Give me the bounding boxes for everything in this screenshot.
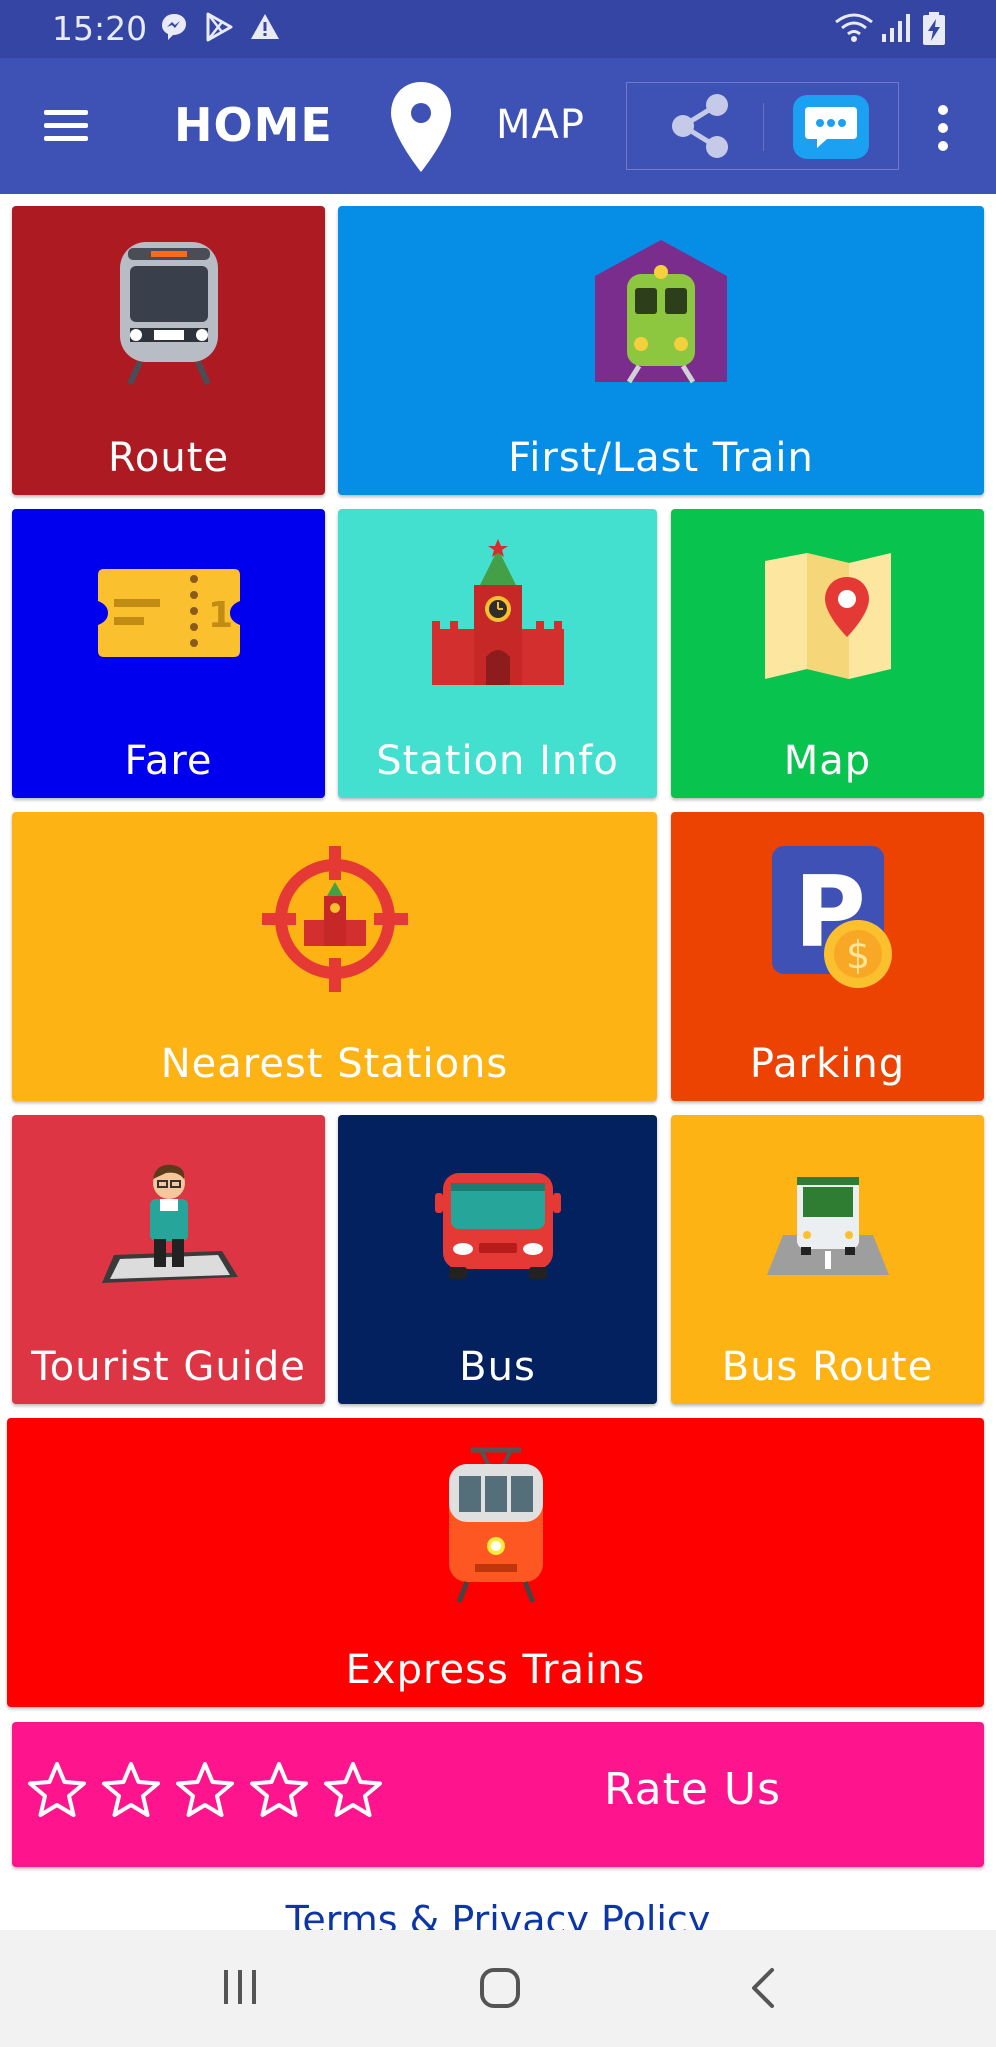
tile-station-info-label: Station Info <box>376 738 619 784</box>
app-bar: HOME MAP <box>0 58 996 194</box>
wifi-icon <box>835 13 873 42</box>
back-chevron-icon[interactable] <box>742 1966 786 2010</box>
messenger-icon <box>162 14 186 40</box>
share-icon <box>672 94 728 158</box>
recents-icon[interactable] <box>218 1966 262 2010</box>
tile-first-last-train[interactable]: First/Last Train <box>338 206 984 495</box>
warning-icon <box>251 14 279 39</box>
map-tab-label[interactable]: MAP <box>496 102 585 148</box>
tile-route[interactable]: Route <box>12 206 325 495</box>
rate-us-label: Rate Us <box>604 1764 782 1815</box>
svg-text:$: $ <box>846 933 870 977</box>
train-depot-icon <box>595 240 727 384</box>
kremlin-tower-icon <box>431 539 564 685</box>
tile-bus[interactable]: Bus <box>338 1115 657 1404</box>
star-outline-icon[interactable] <box>26 1760 88 1822</box>
tile-tourist-guide[interactable]: Tourist Guide <box>12 1115 325 1404</box>
rate-us-bar[interactable]: Rate Us <box>12 1722 984 1867</box>
tile-parking[interactable]: P $ Parking <box>671 812 984 1101</box>
tile-bus-label: Bus <box>459 1344 536 1390</box>
red-bus-icon <box>434 1173 561 1279</box>
chat-bubble-icon <box>805 107 857 148</box>
share-button[interactable] <box>667 93 733 159</box>
more-vertical-icon <box>938 105 948 151</box>
action-divider <box>763 103 764 151</box>
ticket-icon: 1 <box>97 569 240 657</box>
tile-route-label: Route <box>107 435 230 481</box>
tile-map-label: Map <box>783 738 872 784</box>
signal-icon <box>882 14 910 42</box>
hamburger-menu-icon <box>44 110 88 141</box>
metro-train-icon <box>119 242 218 386</box>
folded-map-icon <box>764 553 891 679</box>
menu-button[interactable] <box>38 100 94 152</box>
tile-station-info[interactable]: Station Info <box>338 509 657 798</box>
tile-tourist-guide-label: Tourist Guide <box>31 1344 306 1390</box>
tile-nearest-stations[interactable]: Nearest Stations <box>12 812 657 1101</box>
tram-icon <box>448 1447 543 1603</box>
star-outline-icon[interactable] <box>322 1760 384 1822</box>
overflow-menu-button[interactable] <box>930 102 956 154</box>
tile-express-trains-label: Express Trains <box>345 1647 646 1693</box>
tile-express-trains[interactable]: Express Trains <box>7 1418 984 1707</box>
tile-first-last-train-label: First/Last Train <box>508 435 814 481</box>
star-outline-icon[interactable] <box>174 1760 236 1822</box>
tile-parking-label: Parking <box>749 1041 906 1087</box>
home-title[interactable]: HOME <box>174 98 333 152</box>
battery-charging-icon <box>923 12 945 45</box>
system-nav-bar <box>0 1930 996 2047</box>
home-circle-icon[interactable] <box>478 1966 522 2010</box>
status-time: 15:20 <box>52 9 148 48</box>
tile-fare-label: Fare <box>124 738 213 784</box>
star-outline-icon[interactable] <box>248 1760 310 1822</box>
svg-text:1: 1 <box>208 595 233 636</box>
status-bar: 15:20 <box>0 0 996 58</box>
star-outline-icon[interactable] <box>100 1760 162 1822</box>
tile-nearest-stations-label: Nearest Stations <box>160 1041 509 1087</box>
star-rating[interactable] <box>26 1760 384 1822</box>
tourist-man-icon <box>101 1164 238 1283</box>
play-protect-icon <box>206 12 233 42</box>
chat-button[interactable] <box>793 95 869 159</box>
tile-bus-route[interactable]: Bus Route <box>671 1115 984 1404</box>
tile-fare[interactable]: 1 Fare <box>12 509 325 798</box>
bus-road-icon <box>766 1177 889 1275</box>
parking-coin-icon: P $ <box>771 846 892 988</box>
action-group <box>626 82 899 170</box>
tile-bus-route-label: Bus Route <box>721 1344 934 1390</box>
tile-map[interactable]: Map <box>671 509 984 798</box>
crosshair-target-icon <box>261 846 408 992</box>
location-pin-icon[interactable] <box>388 80 454 174</box>
